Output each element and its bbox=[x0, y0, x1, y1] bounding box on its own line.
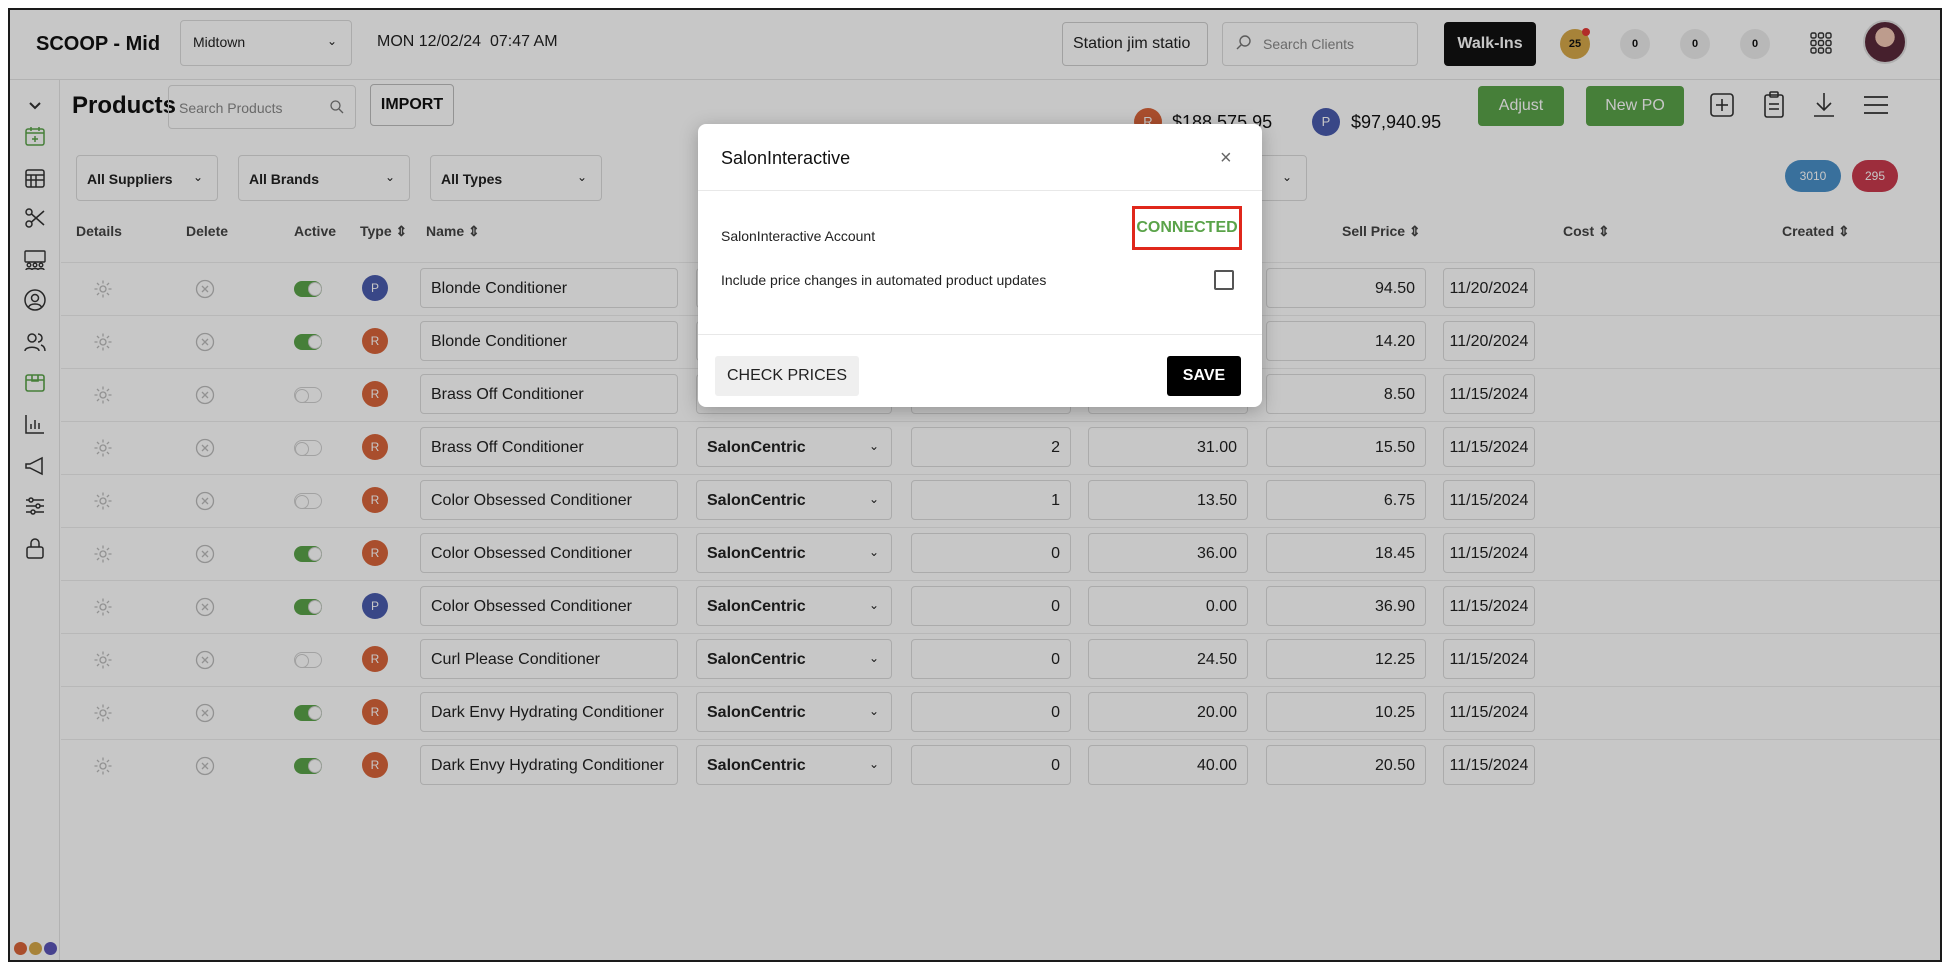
include-price-changes-checkbox[interactable] bbox=[1214, 270, 1234, 290]
save-button[interactable]: SAVE bbox=[1167, 356, 1241, 396]
dialog-title: SalonInteractive bbox=[721, 148, 851, 168]
connection-status: CONNECTED bbox=[1132, 206, 1242, 250]
saloninteractive-dialog: SalonInteractive × SalonInteractive Acco… bbox=[698, 124, 1262, 407]
close-icon[interactable]: × bbox=[1220, 148, 1232, 168]
app-window: SCOOP - Mid Midtown ⌄ MON 12/02/24 07:47… bbox=[8, 8, 1942, 962]
check-prices-button[interactable]: CHECK PRICES bbox=[715, 356, 859, 396]
include-price-changes-label: Include price changes in automated produ… bbox=[721, 272, 1047, 288]
divider bbox=[698, 190, 1262, 191]
account-label: SalonInteractive Account bbox=[721, 228, 876, 244]
divider bbox=[698, 334, 1262, 335]
